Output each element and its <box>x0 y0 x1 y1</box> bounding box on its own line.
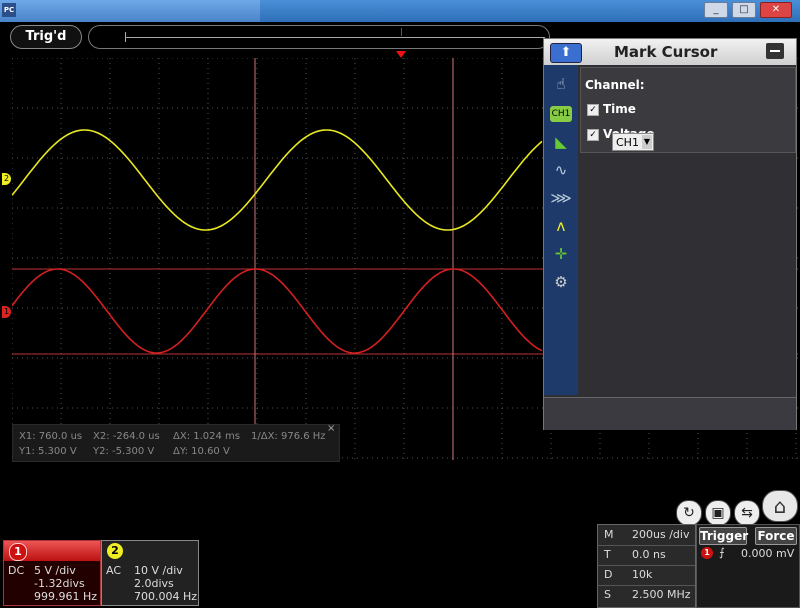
timebase-row-m: M 200us /div <box>598 525 695 546</box>
memory-bar-start-tick <box>125 32 126 42</box>
trigger-position-marker[interactable] <box>396 51 406 58</box>
hand-icon[interactable]: ☝ <box>550 73 572 95</box>
panel-header: ⬆ Mark Cursor <box>544 39 796 65</box>
panel-back-button[interactable]: ⬆ <box>550 43 582 63</box>
timebase-row-d: D 10k <box>598 565 695 586</box>
ch2-badge: 2 <box>107 543 123 559</box>
channel-icon[interactable]: CH1 <box>550 106 572 122</box>
timebase-row-s: S 2.500 MHz <box>604 588 691 601</box>
cursor-y1-value: Y1: 5.300 V <box>19 446 77 457</box>
measure-icon[interactable]: ʌ <box>550 215 572 237</box>
cursor-x2-value: X2: -264.0 us <box>93 431 160 442</box>
minimize-button[interactable]: _ <box>704 2 728 18</box>
ch2-frequency: 700.004 Hz <box>134 590 198 603</box>
memory-position-bar[interactable] <box>88 25 550 49</box>
app-logo: PC <box>2 3 16 17</box>
voltage-checkbox[interactable]: ✓ <box>587 129 599 141</box>
rising-edge-icon: ⨍ <box>719 546 725 559</box>
math-icon[interactable]: ∿ <box>550 159 572 181</box>
readout-close-icon[interactable]: × <box>327 423 335 434</box>
trigger-box: Trigger Force 1 ⨍ 0.000 mV <box>696 524 800 608</box>
timebase-box[interactable]: M 200us /div T 0.0 ns D 10k S 2.500 MHz <box>597 524 696 608</box>
ch2-info-box[interactable]: 2 AC 10 V /div 2.0divs 700.004 Hz <box>101 540 199 606</box>
panel-sidebar: ☝ CH1 ◣ ∿ ⋙ ʌ ✛ ⚙ <box>544 65 578 395</box>
chevron-down-icon[interactable]: ▼ <box>642 135 652 149</box>
ch1-frequency: 999.961 Hz <box>34 590 98 603</box>
ch1-scale: 5 V /div <box>34 564 76 577</box>
trigger-status-badge: Trig'd <box>10 25 82 49</box>
cursor-dx-value: ΔX: 1.024 ms <box>173 431 240 442</box>
autoset-button[interactable]: ↻ <box>676 500 702 526</box>
maximize-button[interactable]: □ <box>732 2 756 18</box>
fft-icon[interactable]: ⋙ <box>550 187 572 209</box>
save-icon[interactable]: ▣ <box>705 500 731 526</box>
settings-icon[interactable]: ⚙ <box>550 271 572 293</box>
ch1-level-marker[interactable]: 1 <box>2 306 11 318</box>
home-button[interactable]: ⌂ <box>762 490 798 522</box>
export-icon[interactable]: ⇆ <box>734 500 760 526</box>
panel-title: Mark Cursor <box>614 43 718 61</box>
ch1-info-box[interactable]: 1 DC 5 V /div -1.32divs 999.961 Hz <box>3 540 101 606</box>
view-position-marker[interactable] <box>401 28 402 36</box>
force-button[interactable]: Force <box>755 527 797 545</box>
trigger-button[interactable]: Trigger <box>699 527 748 545</box>
top-toolbar <box>0 0 260 22</box>
trigger-level: 0.000 mV <box>741 547 795 560</box>
trigger-channel-badge: 1 <box>701 547 713 559</box>
ch2-offset: 2.0divs <box>134 577 174 590</box>
panel-footer <box>544 397 796 430</box>
cursor-inv-dx-value: 1/ΔX: 976.6 Hz <box>251 431 326 442</box>
ch2-level-marker[interactable]: 2 <box>2 173 11 185</box>
ch1-waveform <box>12 268 543 354</box>
cursor-readout: X1: 760.0 us X2: -264.0 us ΔX: 1.024 ms … <box>12 423 340 462</box>
panel-minimize-button[interactable] <box>766 43 784 59</box>
ch1-badge: 1 <box>9 543 27 561</box>
cursor-x1-value: X1: 760.0 us <box>19 431 83 442</box>
channel-section-label: Channel: <box>585 78 645 92</box>
cursor-y2-value: Y2: -5.300 V <box>93 446 155 457</box>
trigger-icon[interactable]: ◣ <box>550 131 572 153</box>
ch2-scale: 10 V /div <box>134 564 183 577</box>
ch1-coupling: DC <box>8 564 25 577</box>
time-checkbox[interactable]: ✓ <box>587 104 599 116</box>
mark-cursor-panel: ⬆ Mark Cursor ☝ CH1 ◣ ∿ ⋙ ʌ ✛ ⚙ Channel:… <box>543 38 797 430</box>
time-label: Time <box>603 102 636 116</box>
memory-bar-line <box>125 37 545 38</box>
ch2-coupling: AC <box>106 564 122 577</box>
ch2-waveform <box>12 129 543 231</box>
cursor-dy-value: ΔY: 10.60 V <box>173 446 230 457</box>
ch1-offset: -1.32divs <box>34 577 85 590</box>
cursor-icon[interactable]: ✛ <box>550 243 572 265</box>
timebase-row-t: T 0.0 ns <box>598 545 695 566</box>
close-button[interactable]: ✕ <box>760 2 792 18</box>
